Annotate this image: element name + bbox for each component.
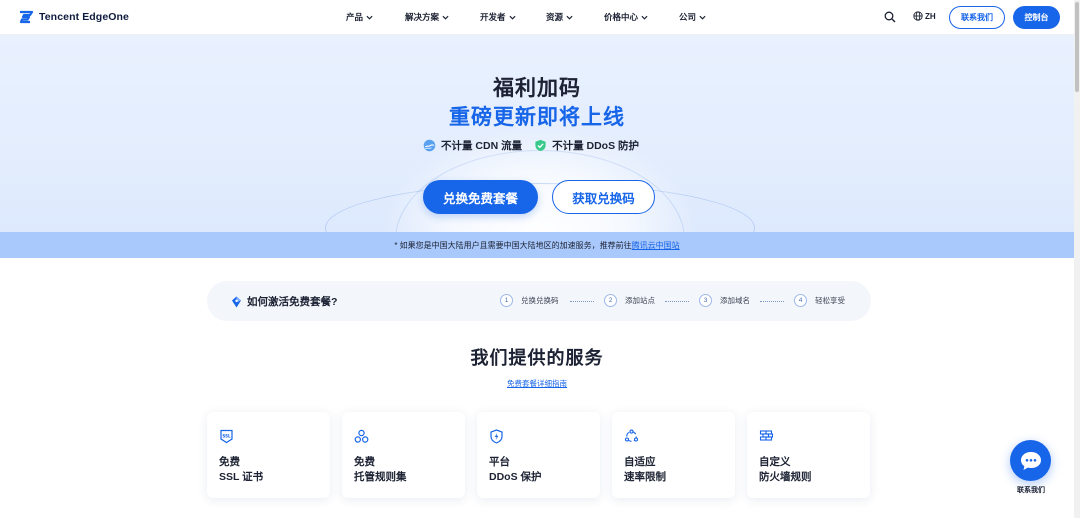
- nav-resources[interactable]: 资源: [546, 11, 573, 23]
- step-3: 3 添加域名: [699, 294, 750, 307]
- rules-icon: [354, 429, 369, 443]
- scrollbar-thumb[interactable]: [1075, 2, 1079, 92]
- step-number: 3: [699, 294, 712, 307]
- chat-bubble-icon: [1020, 451, 1041, 470]
- service-line2: SSL 证书: [219, 471, 264, 483]
- shield-icon: [490, 429, 503, 444]
- nav-company[interactable]: 公司: [679, 11, 706, 23]
- hero-subtitle: 重磅更新即将上线: [449, 106, 625, 129]
- chevron-down-icon: [641, 15, 648, 20]
- step-number: 1: [500, 294, 513, 307]
- nav-products[interactable]: 产品: [346, 11, 373, 23]
- feature-cdn-label: 不计量 CDN 流量: [441, 140, 523, 152]
- service-card-firewall[interactable]: 自定义 防火墙规则: [747, 412, 870, 498]
- nav-company-label: 公司: [679, 12, 697, 22]
- nav-developers[interactable]: 开发者: [480, 11, 516, 23]
- service-card-managed-rules[interactable]: 免费 托管规则集: [342, 412, 465, 498]
- firewall-icon: [759, 430, 774, 441]
- feature-ddos: 不计量 DDoS 防护: [534, 138, 639, 153]
- step-connector: [665, 301, 689, 302]
- service-line1: 免费: [354, 456, 375, 468]
- step-number: 4: [794, 294, 807, 307]
- chevron-down-icon: [699, 15, 706, 20]
- step-label: 添加域名: [720, 296, 750, 305]
- steps-title-label: 如何激活免费套餐?: [247, 296, 338, 308]
- step-label: 兑换兑换码: [521, 296, 559, 305]
- service-card-rate-limit[interactable]: 自适应 速率限制: [612, 412, 735, 498]
- steps-title: 如何激活免费套餐?: [231, 294, 337, 309]
- nav-products-label: 产品: [346, 12, 364, 22]
- cloud-icon: [423, 139, 436, 152]
- chevron-down-icon: [366, 15, 373, 20]
- service-line1: 自适应: [624, 456, 656, 468]
- step-4: 4 轻松享受: [794, 294, 845, 307]
- redeem-free-plan-button[interactable]: 兑换免费套餐: [423, 180, 538, 214]
- globe-icon: [913, 11, 923, 21]
- step-number: 2: [604, 294, 617, 307]
- console-button[interactable]: 控制台: [1013, 6, 1060, 29]
- step-connector: [570, 301, 594, 302]
- nav-developers-label: 开发者: [480, 12, 506, 22]
- tencent-cloud-china-link[interactable]: 腾讯云中国站: [632, 240, 680, 251]
- nav-pricing[interactable]: 价格中心: [604, 11, 648, 23]
- step-label: 添加站点: [625, 296, 655, 305]
- service-line2: 速率限制: [624, 471, 666, 483]
- service-line1: 平台: [489, 456, 510, 468]
- services-title: 我们提供的服务: [470, 348, 604, 368]
- chevron-down-icon: [508, 15, 516, 20]
- language-label: ZH: [925, 11, 936, 21]
- hero-title: 福利加码: [493, 77, 581, 100]
- hero-features: 不计量 CDN 流量 不计量 DDoS 防护: [423, 138, 639, 153]
- step-connector: [760, 301, 784, 302]
- free-plan-guide-link[interactable]: 免费套餐详细指南: [0, 378, 1074, 389]
- chevron-down-icon: [442, 15, 449, 20]
- nav-solutions-label: 解决方案: [405, 12, 440, 22]
- feature-cdn: 不计量 CDN 流量: [423, 138, 522, 153]
- adaptive-icon: [624, 429, 639, 442]
- step-2: 2 添加站点: [604, 294, 655, 307]
- get-redeem-code-button[interactable]: 获取兑换码: [552, 180, 655, 214]
- page-scrollbar[interactable]: [1074, 0, 1080, 518]
- activation-steps: 如何激活免费套餐? 1 兑换兑换码 2 添加站点 3 添加域名 4 轻松享受: [207, 281, 871, 321]
- language-switcher[interactable]: ZH: [913, 11, 936, 21]
- svg-text:SSL: SSL: [222, 433, 231, 438]
- nav-resources-label: 资源: [546, 12, 564, 22]
- floating-contact-button[interactable]: [1010, 440, 1051, 481]
- top-header: Tencent EdgeOne 产品 解决方案 开发者 资源 价格中心 公司 Z…: [0, 0, 1080, 35]
- chevron-down-icon: [566, 15, 573, 20]
- shield-check-icon: [535, 139, 546, 152]
- region-notice: * 如果您是中国大陆用户且需要中国大陆地区的加速服务，推荐前往 腾讯云中国站: [0, 232, 1074, 258]
- service-line2: 防火墙规则: [759, 471, 812, 483]
- contact-us-button[interactable]: 联系我们: [949, 6, 1005, 29]
- service-line2: 托管规则集: [354, 471, 407, 483]
- service-card-ddos[interactable]: 平台 DDoS 保护: [477, 412, 600, 498]
- nav-solutions[interactable]: 解决方案: [405, 11, 449, 23]
- search-icon[interactable]: [884, 11, 896, 23]
- service-line1: 免费: [219, 456, 240, 468]
- floating-contact-label: 联系我们: [1017, 487, 1045, 494]
- service-line1: 自定义: [759, 456, 791, 468]
- ssl-icon: SSL: [220, 429, 233, 444]
- service-card-ssl[interactable]: SSL 免费 SSL 证书: [207, 412, 330, 498]
- step-1: 1 兑换兑换码: [500, 294, 559, 307]
- hero-banner: 福利加码 重磅更新即将上线 不计量 CDN 流量 不计量 DDoS 防护 兑换免…: [0, 35, 1074, 232]
- notice-text: * 如果您是中国大陆用户且需要中国大陆地区的加速服务，推荐前往: [394, 240, 632, 250]
- location-pin-icon: [232, 296, 241, 307]
- nav-pricing-label: 价格中心: [604, 12, 639, 22]
- feature-ddos-label: 不计量 DDoS 防护: [552, 140, 640, 152]
- service-line2: DDoS 保护: [489, 471, 542, 483]
- step-label: 轻松享受: [815, 296, 845, 305]
